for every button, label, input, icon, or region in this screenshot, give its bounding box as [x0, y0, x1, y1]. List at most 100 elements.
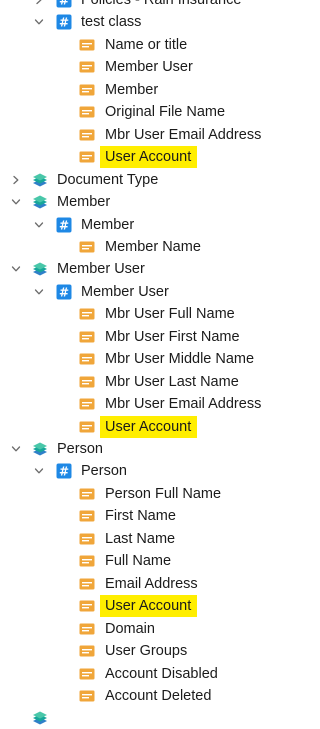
tree-item-field[interactable]: Mbr User Middle Name — [0, 348, 312, 370]
hash-icon: # — [56, 0, 72, 8]
tree-item-field[interactable]: Person Full Name — [0, 483, 312, 505]
tree-item-label: Mbr User Full Name — [105, 306, 235, 323]
svg-text:#: # — [59, 218, 69, 232]
field-icon — [79, 104, 95, 120]
tree-item-field[interactable]: Mbr User Email Address — [0, 124, 312, 146]
tree-item-label: Mbr User Last Name — [105, 373, 239, 390]
field-icon — [79, 419, 95, 435]
tree-item-group[interactable]: Document Type — [0, 169, 312, 191]
layers-icon — [32, 261, 48, 277]
tree-item-field[interactable]: Mbr User Email Address — [0, 393, 312, 415]
tree-item-field[interactable]: Original File Name — [0, 101, 312, 123]
tree-item-class[interactable]: # Policies - Rain Insurance — [0, 0, 312, 11]
chevron-down-icon[interactable] — [11, 197, 21, 207]
tree-item-label: Mbr User Email Address — [105, 126, 262, 143]
chevron-down-icon[interactable] — [34, 220, 44, 230]
tree-item-label: Policies - Rain Insurance — [81, 0, 242, 8]
chevron-down-icon[interactable] — [11, 264, 21, 274]
field-icon — [79, 531, 95, 547]
tree-item-class[interactable]: # test class — [0, 11, 312, 33]
chevron-down-icon[interactable] — [11, 444, 21, 454]
tree-item-field[interactable]: First Name — [0, 505, 312, 527]
tree-item-class[interactable]: # Member User — [0, 281, 312, 303]
tree-item-field[interactable]: Domain — [0, 618, 312, 640]
tree-item-label: Mbr User Email Address — [105, 396, 262, 413]
tree-item-field[interactable]: Mbr User Last Name — [0, 371, 312, 393]
hash-icon: # — [56, 217, 72, 233]
field-icon — [79, 486, 95, 502]
tree-item-field[interactable]: Full Name — [0, 550, 312, 572]
field-icon — [79, 396, 95, 412]
tree-item-label: Mbr User Middle Name — [105, 351, 255, 368]
field-icon — [79, 306, 95, 322]
field-icon — [79, 351, 95, 367]
field-icon — [79, 576, 95, 592]
field-icon — [79, 59, 95, 75]
tree-item-label: Account Disabled — [105, 665, 218, 682]
tree-item-field[interactable]: User Account — [0, 415, 312, 438]
tree-item-label-highlighted: User Account — [100, 595, 198, 618]
tree-item-field[interactable]: Name or title — [0, 34, 312, 56]
tree-item-label: Email Address — [105, 575, 198, 592]
tree-item-field[interactable]: Mbr User First Name — [0, 326, 312, 348]
svg-text:#: # — [59, 16, 69, 30]
chevron-right-icon[interactable] — [11, 175, 21, 185]
tree-item-label: Name or title — [105, 36, 188, 53]
tree-item-label: Member — [57, 194, 111, 211]
svg-text:#: # — [59, 465, 69, 479]
field-icon — [79, 553, 95, 569]
field-icon — [79, 149, 95, 165]
tree-item-group[interactable]: Member User — [0, 258, 312, 280]
field-icon — [79, 37, 95, 53]
field-icon — [79, 598, 95, 614]
tree-item-field[interactable]: Last Name — [0, 528, 312, 550]
tree-item-label: Account Deleted — [105, 687, 212, 704]
tree-item-field[interactable]: User Account — [0, 146, 312, 169]
chevron-down-icon[interactable] — [34, 287, 44, 297]
tree-item-label: Original File Name — [105, 104, 226, 121]
tree-item-group[interactable]: Person — [0, 438, 312, 460]
chevron-down-icon[interactable] — [34, 466, 44, 476]
field-icon — [79, 666, 95, 682]
tree-item-field[interactable]: Member — [0, 79, 312, 101]
tree-item-field[interactable]: Email Address — [0, 573, 312, 595]
chevron-right-icon[interactable] — [34, 0, 44, 5]
tree-item-label-highlighted: User Account — [100, 415, 198, 438]
field-icon — [79, 82, 95, 98]
tree-item-field[interactable]: User Account — [0, 595, 312, 618]
field-icon — [79, 621, 95, 637]
tree-item-field[interactable]: Account Disabled — [0, 663, 312, 685]
tree-item-label: Person — [81, 463, 127, 480]
tree-item-field[interactable]: Account Deleted — [0, 685, 312, 707]
field-icon — [79, 329, 95, 345]
tree-item-label-highlighted: User Account — [100, 146, 198, 169]
tree-item-label: Member User — [105, 59, 193, 76]
field-icon — [79, 127, 95, 143]
tree-item-label: Member User — [57, 261, 145, 278]
class-tree: # Policies - Rain Insurance # test class Nam… — [0, 0, 312, 725]
layers-icon — [32, 172, 48, 188]
tree-item-group[interactable]: Member — [0, 191, 312, 213]
svg-text:#: # — [59, 285, 69, 299]
field-icon — [79, 374, 95, 390]
tree-item-label: Person — [57, 441, 103, 457]
field-icon — [79, 643, 95, 659]
hash-icon: # — [56, 284, 72, 300]
hash-icon: # — [56, 463, 72, 479]
layers-icon — [32, 441, 48, 457]
tree-item-label: Member — [81, 216, 135, 233]
tree-item-label: test class — [81, 14, 142, 31]
layers-icon — [32, 194, 48, 210]
tree-item-label: Person Full Name — [105, 485, 222, 502]
tree-item-field[interactable]: User Groups — [0, 640, 312, 662]
tree-item-label: Full Name — [105, 553, 172, 570]
tree-item-label: Document Type — [57, 171, 159, 188]
tree-item-field[interactable]: Member User — [0, 56, 312, 78]
tree-item-field[interactable]: Member Name — [0, 236, 312, 258]
field-icon — [79, 239, 95, 255]
tree-item-field[interactable]: Mbr User Full Name — [0, 303, 312, 325]
tree-item-label: Mbr User First Name — [105, 328, 240, 345]
tree-item-class[interactable]: # Person — [0, 460, 312, 482]
tree-item-class[interactable]: # Member — [0, 214, 312, 236]
chevron-down-icon[interactable] — [34, 17, 44, 27]
